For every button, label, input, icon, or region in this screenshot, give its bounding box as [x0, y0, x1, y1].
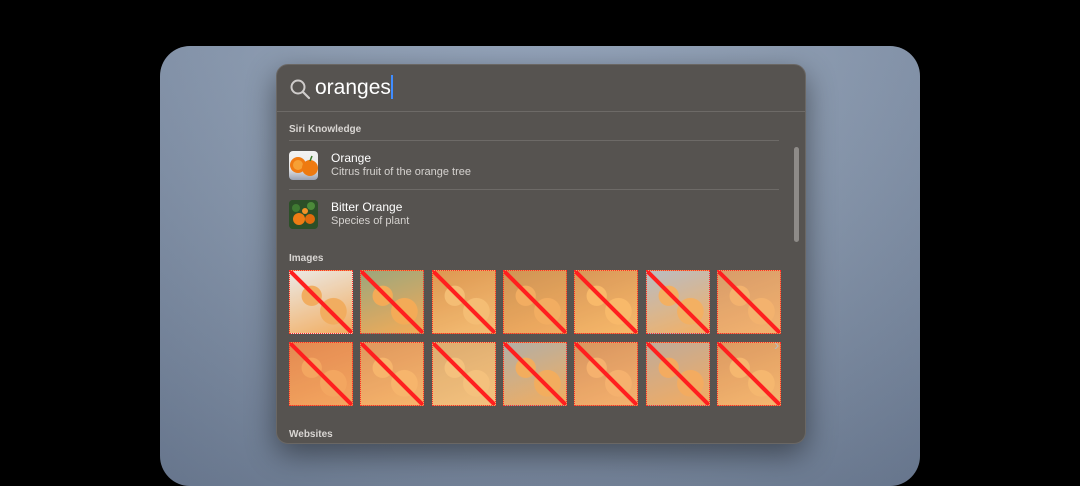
tile-overlay	[575, 271, 637, 333]
tile-overlay	[718, 343, 780, 405]
image-result-tile[interactable]	[503, 270, 567, 334]
tile-overlay	[290, 271, 352, 333]
result-title: Orange	[331, 151, 372, 165]
image-result-tile[interactable]	[432, 342, 496, 406]
result-subtitle: Species of plant	[331, 215, 410, 227]
search-query-text: oranges	[315, 76, 391, 99]
tile-overlay	[647, 343, 709, 405]
image-result-tile[interactable]	[289, 270, 353, 334]
spotlight-panel: oranges Siri Knowledge Orange Citrus fru…	[276, 64, 806, 444]
result-item-bitter-orange[interactable]: Bitter Orange Species of plant	[277, 194, 792, 238]
search-icon	[289, 78, 311, 100]
orange-thumbnail-icon	[289, 151, 318, 180]
image-result-tile[interactable]	[503, 342, 567, 406]
tile-overlay	[433, 343, 495, 405]
divider	[289, 189, 779, 190]
tile-overlay	[718, 271, 780, 333]
image-result-tile[interactable]	[646, 342, 710, 406]
tile-overlay	[361, 271, 423, 333]
tile-overlay	[647, 271, 709, 333]
image-result-tile[interactable]	[574, 342, 638, 406]
image-result-tile[interactable]	[717, 270, 781, 334]
image-result-tile[interactable]	[574, 270, 638, 334]
tile-overlay	[290, 343, 352, 405]
search-input[interactable]: oranges	[315, 74, 393, 102]
result-title: Bitter Orange	[331, 200, 403, 214]
search-bar: oranges	[277, 65, 805, 112]
image-result-tile[interactable]	[360, 342, 424, 406]
result-subtitle: Citrus fruit of the orange tree	[331, 166, 472, 178]
image-result-tile[interactable]	[646, 270, 710, 334]
tile-overlay	[361, 343, 423, 405]
image-result-tile[interactable]	[360, 270, 424, 334]
scrollbar-thumb[interactable]	[794, 147, 799, 242]
section-header-siri-knowledge: Siri Knowledge	[289, 124, 362, 135]
tile-overlay	[504, 343, 566, 405]
divider	[289, 140, 779, 141]
chevron-right-icon[interactable]: ›	[774, 337, 779, 355]
section-header-images: Images	[289, 253, 324, 264]
image-result-tile[interactable]	[717, 342, 781, 406]
tile-overlay	[575, 343, 637, 405]
tile-overlay	[433, 271, 495, 333]
tile-overlay	[504, 271, 566, 333]
image-result-tile[interactable]	[432, 270, 496, 334]
bitter-orange-thumbnail-icon	[289, 200, 318, 229]
image-result-tile[interactable]	[289, 342, 353, 406]
text-caret	[390, 75, 393, 99]
result-item-orange[interactable]: Orange Citrus fruit of the orange tree	[277, 145, 792, 189]
section-header-websites: Websites	[289, 429, 333, 440]
